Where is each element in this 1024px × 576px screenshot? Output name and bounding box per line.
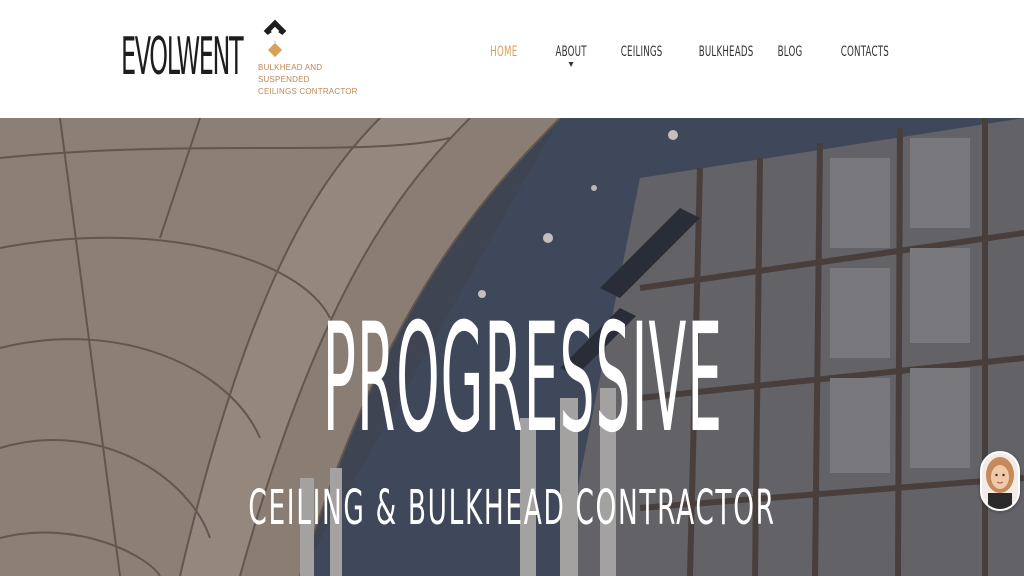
nav-ceilings[interactable]: CEILINGS <box>621 38 663 68</box>
hero-banner: PROGRESSIVE CEILING & BULKHEAD CONTRACTO… <box>0 118 1024 576</box>
hero-subtitle: CEILING & BULKHEAD CONTRACTOR <box>248 480 776 536</box>
avatar-portrait <box>982 453 1018 509</box>
site-header: EVOLWENT BULKHEAD AND SUSPENDED CEILINGS… <box>0 0 1024 118</box>
nav-blog[interactable]: BLOG <box>778 38 803 68</box>
nav-bulkheads[interactable]: BULKHEADS <box>699 38 754 68</box>
nav-about-label: ABOUT <box>555 44 587 60</box>
tagline-line-2: CEILINGS CONTRACTOR <box>258 87 358 96</box>
main-nav: HOME ABOUT CEILINGS BULKHEADS BLOG CONTA… <box>0 38 1024 68</box>
chat-avatar-icon[interactable] <box>980 451 1020 511</box>
caret-down-icon <box>568 62 574 67</box>
hero-title: PROGRESSIVE <box>322 292 723 466</box>
nav-about[interactable]: ABOUT <box>556 38 587 68</box>
nav-contacts[interactable]: CONTACTS <box>841 38 889 68</box>
nav-home[interactable]: HOME <box>490 38 517 68</box>
